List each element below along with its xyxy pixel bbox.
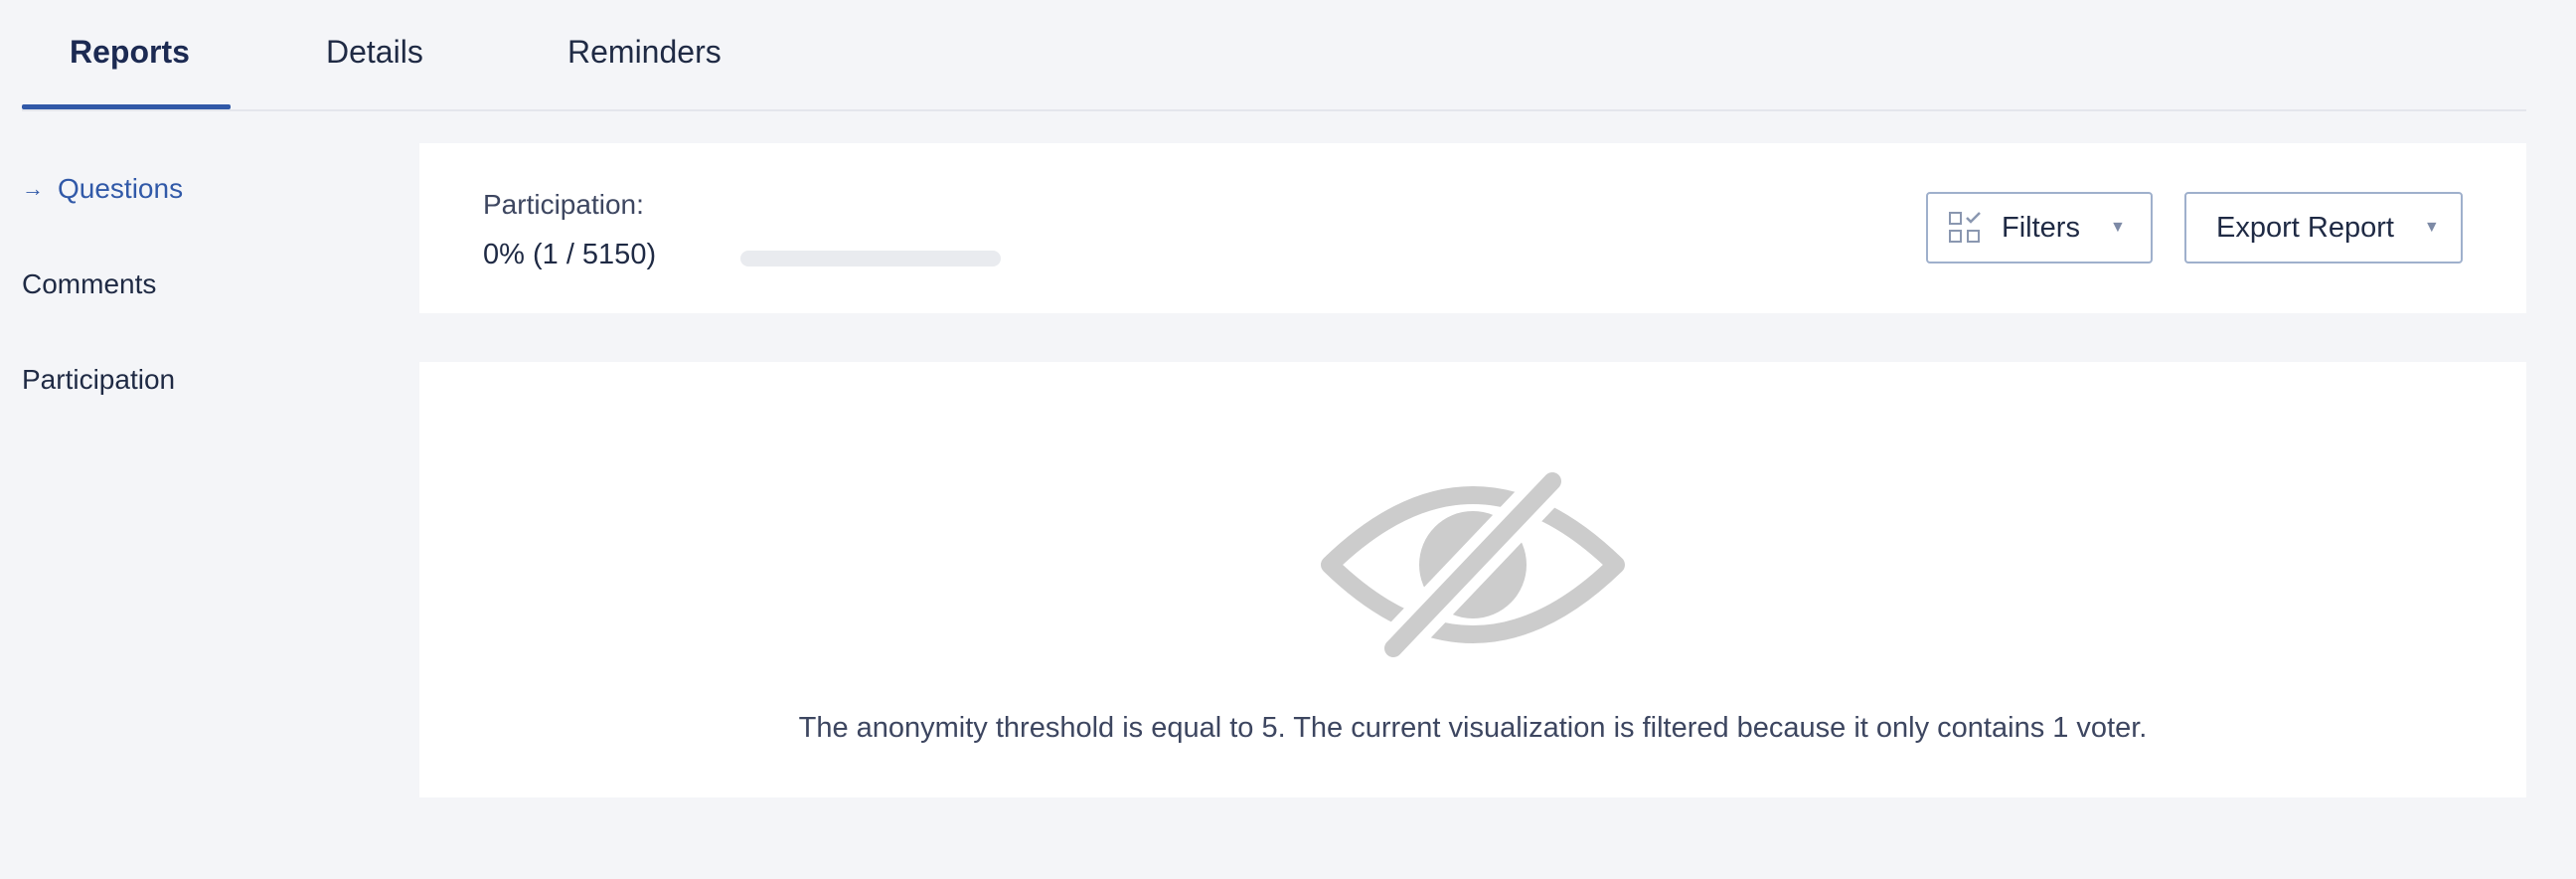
participation-value: 0% (1 / 5150)	[483, 239, 657, 270]
tab-reminders[interactable]: Reminders	[567, 34, 722, 71]
participation-progress-bar	[740, 251, 1001, 266]
export-button-label: Export Report	[2216, 211, 2394, 244]
chevron-down-icon: ▼	[2109, 219, 2126, 236]
anonymity-notice-panel: The anonymity threshold is equal to 5. T…	[419, 362, 2526, 797]
eye-off-icon	[1321, 467, 1625, 662]
active-tab-indicator	[22, 104, 231, 109]
participation-label: Participation:	[483, 189, 644, 220]
sidebar-item-comments[interactable]: Comments	[22, 268, 156, 300]
sidebar-item-label: Comments	[22, 268, 157, 299]
sidebar-item-participation[interactable]: Participation	[22, 364, 175, 396]
filter-grid-icon	[1949, 212, 1981, 243]
tab-bar: Reports Details Reminders	[22, 0, 2526, 111]
export-report-button[interactable]: Export Report ▼	[2184, 192, 2463, 264]
sidebar-item-label: Questions	[58, 173, 184, 204]
participation-panel: Participation: 0% (1 / 5150) Filters ▼ E…	[419, 143, 2526, 313]
tab-reports[interactable]: Reports	[70, 34, 190, 71]
anonymity-notice-text: The anonymity threshold is equal to 5. T…	[798, 712, 2148, 744]
filters-button[interactable]: Filters ▼	[1926, 192, 2153, 264]
chevron-down-icon: ▼	[2423, 219, 2440, 236]
sidebar-item-label: Participation	[22, 364, 176, 395]
arrow-right-icon: →	[22, 176, 44, 201]
sidebar-item-questions[interactable]: → Questions	[22, 173, 183, 205]
tab-details[interactable]: Details	[326, 34, 423, 71]
filters-button-label: Filters	[2002, 211, 2080, 244]
